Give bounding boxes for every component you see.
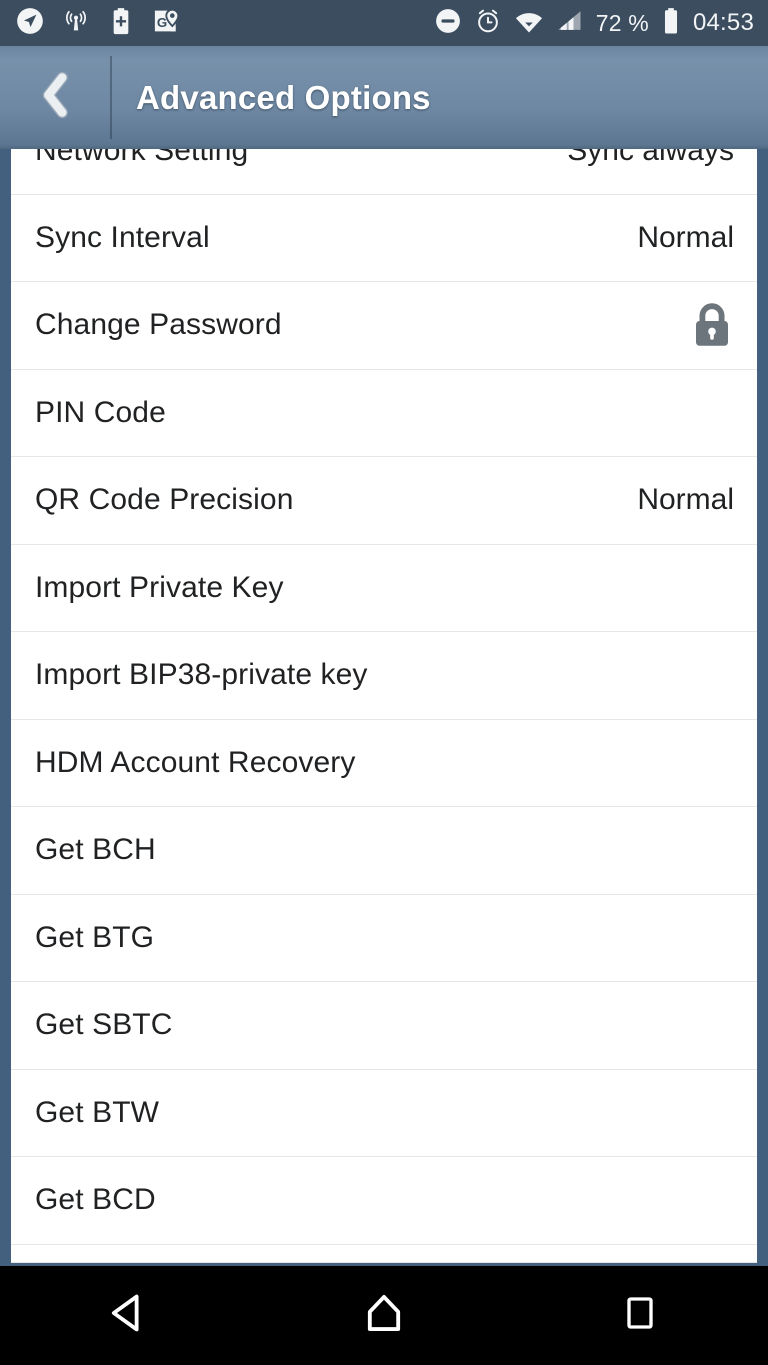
alarm-clock-icon (474, 7, 502, 40)
action-bar: Advanced Options (0, 46, 768, 149)
settings-row-label: Get BTW (35, 1095, 160, 1129)
settings-row-label: Get SBTC (35, 1008, 173, 1042)
do-not-disturb-icon (434, 7, 462, 40)
settings-row[interactable]: Change Password (11, 282, 757, 370)
settings-row[interactable]: Get BTW (11, 1069, 757, 1157)
chevron-left-icon (33, 68, 79, 127)
status-bar-left-icons: G (16, 7, 182, 40)
settings-row[interactable]: Network Setting Sync always (11, 149, 757, 195)
settings-list-tail (11, 1244, 757, 1263)
status-bar: G 72 % 04:53 (0, 0, 768, 46)
settings-row-label: QR Code Precision (35, 483, 294, 517)
recents-square-icon (620, 1293, 660, 1338)
settings-row-label: Import Private Key (35, 570, 284, 604)
wifi-icon (514, 7, 544, 40)
settings-row-value: Normal (637, 220, 734, 254)
settings-row-label: Import BIP38-private key (35, 658, 368, 692)
settings-row[interactable]: Sync Interval Normal (11, 194, 757, 282)
back-triangle-icon (105, 1290, 151, 1341)
location-arrow-icon (16, 7, 44, 40)
settings-row[interactable]: Get BTG (11, 894, 757, 982)
broadcast-signal-icon (62, 7, 90, 40)
nav-home-button[interactable] (256, 1266, 512, 1365)
back-button[interactable] (0, 46, 112, 149)
battery-plus-icon (108, 7, 134, 40)
nav-back-button[interactable] (0, 1266, 256, 1365)
action-bar-divider (110, 56, 112, 139)
settings-row-label: HDM Account Recovery (35, 745, 356, 779)
settings-row[interactable]: Get BCD (11, 1157, 757, 1245)
clock-label: 04:53 (692, 9, 754, 36)
settings-row[interactable]: HDM Account Recovery (11, 719, 757, 807)
status-bar-right-icons: 72 % 04:53 (434, 7, 754, 40)
lock-icon (690, 301, 734, 349)
cellular-signal-icon (556, 7, 584, 40)
phone-screen: G 72 % 04:53 Advanced Options Network Se… (0, 0, 768, 1365)
settings-row[interactable]: Import Private Key (11, 544, 757, 632)
battery-percent-label: 72 % (595, 9, 649, 36)
nav-recents-button[interactable] (512, 1266, 768, 1365)
settings-row-label: Get BTG (35, 920, 155, 954)
settings-row[interactable]: Import BIP38-private key (11, 632, 757, 720)
settings-scroll-container[interactable]: Network Setting Sync always Sync Interval N… (0, 149, 768, 1266)
battery-icon (661, 7, 681, 40)
settings-row[interactable]: QR Code Precision Normal (11, 457, 757, 545)
system-navigation-bar (0, 1266, 768, 1365)
settings-row-label: Network Setting (35, 149, 249, 167)
settings-row-value: Normal (637, 483, 734, 517)
settings-row-label: Get BCH (35, 833, 156, 867)
settings-row[interactable]: Get BCH (11, 807, 757, 895)
settings-row[interactable]: Get SBTC (11, 982, 757, 1070)
settings-list: Network Setting Sync always Sync Interval N… (11, 149, 757, 1263)
settings-row-label: Change Password (35, 308, 282, 342)
google-maps-icon: G (152, 7, 182, 40)
settings-row-value: Sync always (567, 149, 734, 167)
svg-text:G: G (157, 15, 167, 30)
settings-row-label: Sync Interval (35, 220, 210, 254)
settings-row[interactable]: PIN Code (11, 369, 757, 457)
page-title: Advanced Options (136, 78, 431, 116)
home-icon (361, 1290, 407, 1341)
settings-row-label: Get BCD (35, 1183, 156, 1217)
settings-row-label: PIN Code (35, 395, 166, 429)
